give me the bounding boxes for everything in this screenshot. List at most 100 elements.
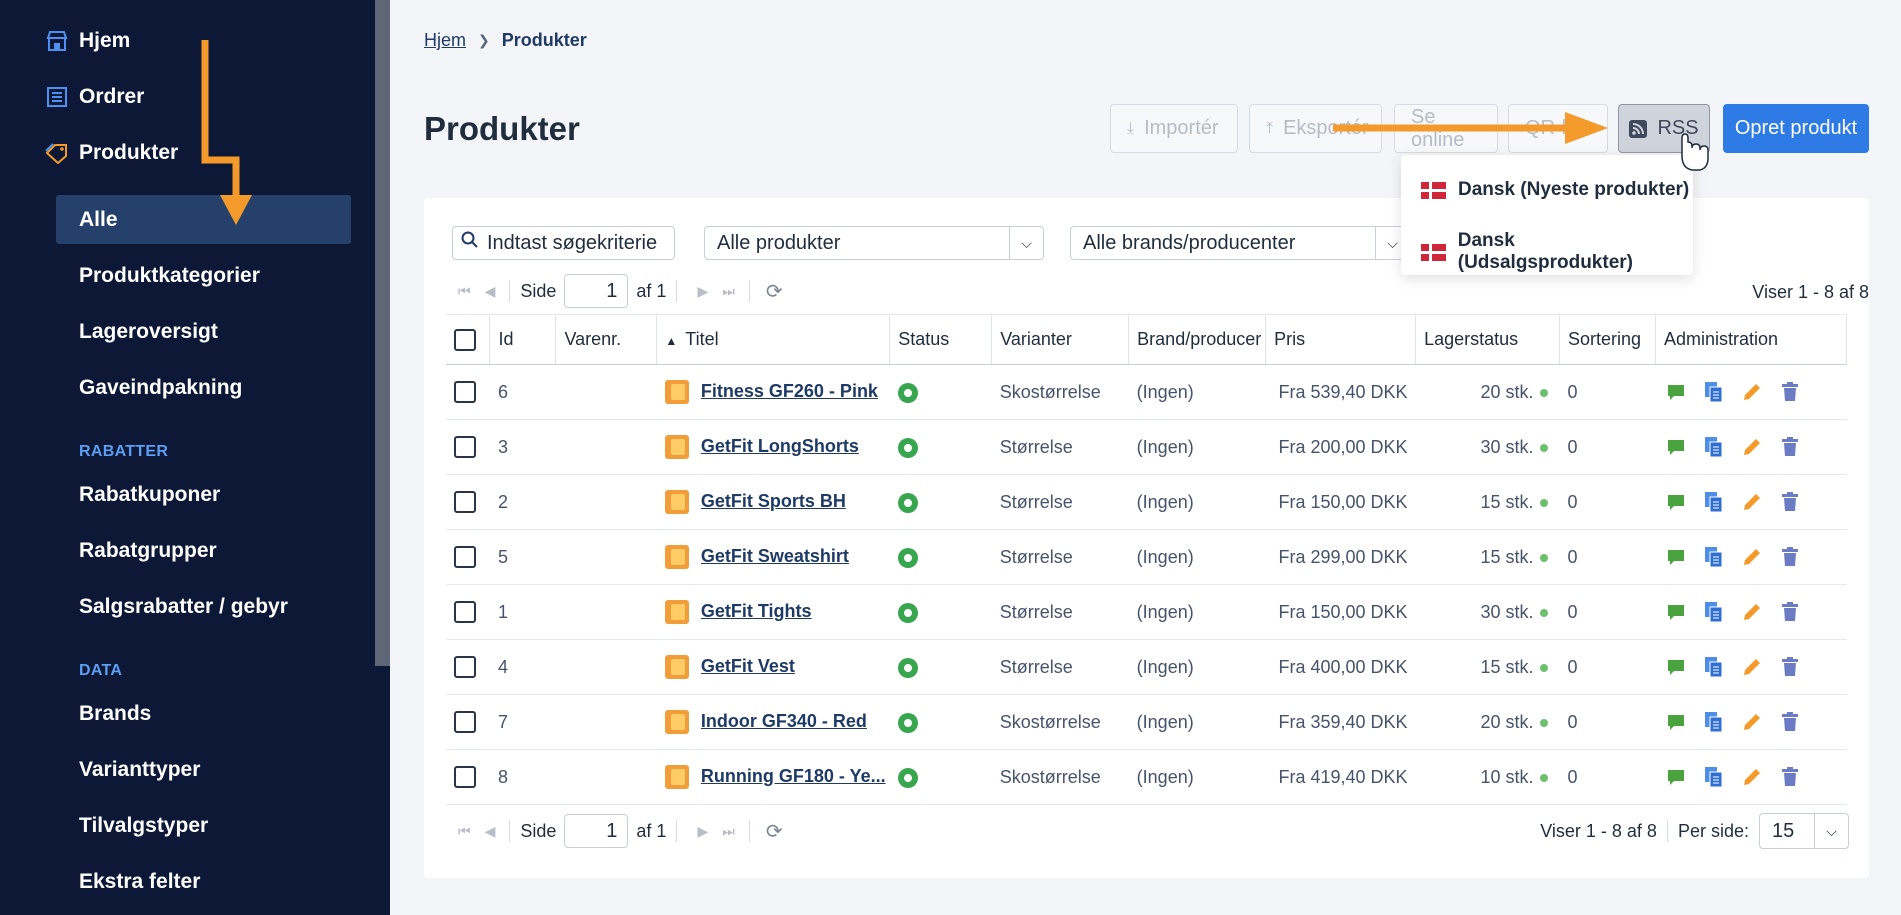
product-title-link[interactable]: Running GF180 - Ye... — [701, 766, 886, 786]
copy-icon[interactable] — [1702, 765, 1726, 789]
sidebar-item-brands[interactable]: Brands — [79, 702, 151, 726]
sidebar-item-rabatgrupper[interactable]: Rabatgrupper — [79, 539, 217, 563]
rss-menu-item-sale[interactable]: Dansk (Udsalgsprodukter) — [1421, 230, 1693, 274]
edit-icon[interactable] — [1740, 545, 1764, 569]
see-online-button[interactable]: Se online — [1394, 104, 1498, 153]
sidebar-scrollbar[interactable] — [375, 0, 390, 666]
column-header-status[interactable]: Status — [889, 314, 993, 365]
page-input[interactable] — [564, 274, 629, 308]
row-checkbox[interactable] — [454, 656, 476, 678]
column-header-sku[interactable]: Varenr. — [555, 314, 658, 365]
trash-icon[interactable] — [1778, 655, 1802, 679]
sidebar-item-rabatkuponer[interactable]: Rabatkuponer — [79, 483, 220, 507]
copy-icon[interactable] — [1702, 545, 1726, 569]
sidebar-item-ekstra-felter[interactable]: Ekstra felter — [79, 870, 200, 894]
trash-icon[interactable] — [1778, 435, 1802, 459]
sidebar-item-produktkategorier[interactable]: Produktkategorier — [79, 264, 260, 288]
edit-icon[interactable] — [1740, 765, 1764, 789]
next-page-icon[interactable]: ▶ — [697, 823, 708, 840]
row-checkbox[interactable] — [454, 491, 476, 513]
sidebar-item-gaveindpakning[interactable]: Gaveindpakning — [79, 376, 242, 400]
next-page-icon[interactable]: ▶ — [697, 283, 708, 300]
sidebar-item-varianttyper[interactable]: Varianttyper — [79, 758, 200, 782]
status-active-icon[interactable] — [897, 547, 918, 568]
comment-icon[interactable] — [1664, 545, 1688, 569]
trash-icon[interactable] — [1778, 545, 1802, 569]
trash-icon[interactable] — [1778, 490, 1802, 514]
edit-icon[interactable] — [1740, 710, 1764, 734]
status-active-icon[interactable] — [897, 602, 918, 623]
column-header-price[interactable]: Pris — [1265, 314, 1417, 365]
prev-page-icon[interactable]: ◀ — [485, 823, 496, 840]
row-checkbox[interactable] — [454, 601, 476, 623]
first-page-icon[interactable]: ⏮ — [458, 283, 471, 300]
column-header-id[interactable]: Id — [489, 314, 557, 365]
comment-icon[interactable] — [1664, 765, 1688, 789]
rss-button[interactable]: RSS — [1618, 104, 1710, 153]
select-all-checkbox[interactable] — [454, 328, 476, 351]
copy-icon[interactable] — [1702, 600, 1726, 624]
edit-icon[interactable] — [1740, 380, 1764, 404]
trash-icon[interactable] — [1778, 600, 1802, 624]
column-header-title[interactable]: ▲ Titel — [656, 314, 891, 365]
trash-icon[interactable] — [1778, 380, 1802, 404]
sidebar-item-tilvalgstyper[interactable]: Tilvalgstyper — [79, 814, 208, 838]
column-header-brand[interactable]: Brand/producer — [1128, 314, 1267, 365]
sidebar-item-ordrer[interactable]: Ordrer — [45, 85, 144, 109]
status-active-icon[interactable] — [897, 382, 918, 403]
status-active-icon[interactable] — [897, 657, 918, 678]
status-active-icon[interactable] — [897, 712, 918, 733]
sidebar-item-lageroversigt[interactable]: Lageroversigt — [79, 320, 218, 344]
row-checkbox[interactable] — [454, 711, 476, 733]
status-active-icon[interactable] — [897, 437, 918, 458]
trash-icon[interactable] — [1778, 710, 1802, 734]
comment-icon[interactable] — [1664, 490, 1688, 514]
sidebar-item-alle[interactable]: Alle — [79, 208, 118, 232]
product-title-link[interactable]: GetFit Sweatshirt — [701, 546, 849, 566]
column-header-variants[interactable]: Varianter — [991, 314, 1130, 365]
sidebar-item-produkter[interactable]: Produkter — [45, 141, 178, 165]
copy-icon[interactable] — [1702, 380, 1726, 404]
copy-icon[interactable] — [1702, 435, 1726, 459]
edit-icon[interactable] — [1740, 655, 1764, 679]
brand-filter-select[interactable]: Alle brands/producenter ⌵ — [1070, 226, 1410, 260]
product-title-link[interactable]: Fitness GF260 - Pink — [701, 381, 878, 401]
copy-icon[interactable] — [1702, 490, 1726, 514]
comment-icon[interactable] — [1664, 600, 1688, 624]
qr-button[interactable]: QR-k — [1508, 104, 1608, 153]
import-button[interactable]: ⤓ Importér — [1110, 104, 1238, 153]
sidebar-item-salgsrabatter[interactable]: Salgsrabatter / gebyr — [79, 595, 288, 619]
trash-icon[interactable] — [1778, 765, 1802, 789]
comment-icon[interactable] — [1664, 380, 1688, 404]
export-button[interactable]: ⤒ Eksportér — [1249, 104, 1382, 153]
page-input[interactable] — [564, 814, 629, 848]
column-header-sort[interactable]: Sortering — [1559, 314, 1656, 365]
search-input[interactable]: Indtast søgekriterie — [452, 226, 675, 260]
row-checkbox[interactable] — [454, 436, 476, 458]
per-page-select[interactable]: 15 ⌵ — [1759, 813, 1849, 849]
edit-icon[interactable] — [1740, 600, 1764, 624]
edit-icon[interactable] — [1740, 435, 1764, 459]
sidebar-item-hjem[interactable]: Hjem — [45, 29, 130, 53]
status-active-icon[interactable] — [897, 492, 918, 513]
product-title-link[interactable]: GetFit Sports BH — [701, 491, 846, 511]
product-title-link[interactable]: GetFit Tights — [701, 601, 812, 621]
product-title-link[interactable]: GetFit Vest — [701, 656, 795, 676]
row-checkbox[interactable] — [454, 766, 476, 788]
row-checkbox[interactable] — [454, 546, 476, 568]
product-filter-select[interactable]: Alle produkter ⌵ — [704, 226, 1044, 260]
column-header-stock[interactable]: Lagerstatus — [1415, 314, 1561, 365]
refresh-icon[interactable]: ⟳ — [766, 819, 783, 844]
status-active-icon[interactable] — [897, 767, 918, 788]
breadcrumb-home-link[interactable]: Hjem — [424, 30, 466, 51]
last-page-icon[interactable]: ⏭ — [722, 823, 735, 840]
edit-icon[interactable] — [1740, 490, 1764, 514]
comment-icon[interactable] — [1664, 655, 1688, 679]
copy-icon[interactable] — [1702, 655, 1726, 679]
row-checkbox[interactable] — [454, 381, 476, 403]
product-title-link[interactable]: GetFit LongShorts — [701, 436, 859, 456]
first-page-icon[interactable]: ⏮ — [458, 823, 471, 840]
comment-icon[interactable] — [1664, 710, 1688, 734]
create-product-button[interactable]: Opret produkt — [1723, 104, 1869, 153]
last-page-icon[interactable]: ⏭ — [722, 283, 735, 300]
